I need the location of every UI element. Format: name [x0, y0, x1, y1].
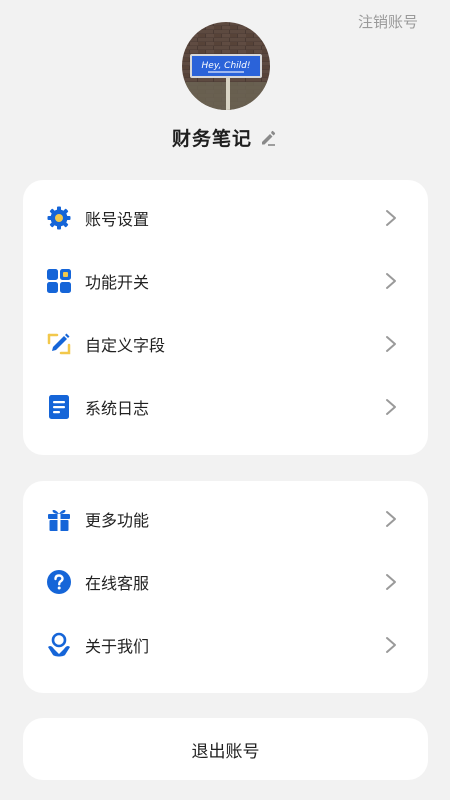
- menu-item-account-settings[interactable]: 账号设置: [23, 186, 428, 249]
- chevron-right-icon: [384, 271, 398, 291]
- document-icon: [45, 393, 73, 421]
- avatar-sign-text: Hey, Child!: [202, 61, 251, 71]
- menu-item-label: 功能开关: [85, 272, 150, 292]
- menu-item-system-log[interactable]: 系统日志: [23, 375, 428, 438]
- question-icon: [45, 568, 73, 596]
- menu-item-online-support[interactable]: 在线客服: [23, 550, 428, 613]
- menu-item-about-us[interactable]: 关于我们: [23, 613, 428, 676]
- logout-label: 退出账号: [191, 741, 260, 762]
- gear-icon: [45, 204, 73, 232]
- menu-item-label: 系统日志: [85, 398, 150, 418]
- menu-item-label: 更多功能: [85, 510, 150, 530]
- about-card: 更多功能 在线客服 关于我们: [23, 481, 428, 693]
- chevron-right-icon: [384, 397, 398, 417]
- gift-icon: [45, 505, 73, 533]
- edit-pencil-icon[interactable]: [258, 128, 278, 148]
- chevron-right-icon: [384, 334, 398, 354]
- menu-item-label: 在线客服: [85, 573, 150, 593]
- avatar[interactable]: Hey, Child!: [182, 22, 270, 110]
- pencil-icon: [45, 330, 73, 358]
- logout-button[interactable]: 退出账号: [23, 718, 428, 780]
- chevron-right-icon: [384, 208, 398, 228]
- chevron-right-icon: [384, 635, 398, 655]
- menu-item-label: 自定义字段: [85, 335, 166, 355]
- menu-item-label: 账号设置: [85, 209, 150, 229]
- people-icon: [45, 631, 73, 659]
- menu-item-custom-fields[interactable]: 自定义字段: [23, 312, 428, 375]
- grid-icon: [45, 267, 73, 295]
- chevron-right-icon: [384, 572, 398, 592]
- chevron-right-icon: [384, 509, 398, 529]
- menu-item-more-features[interactable]: 更多功能: [23, 487, 428, 550]
- settings-card: 账号设置 功能开关 自定义字段 系统日志: [23, 180, 428, 455]
- menu-item-feature-switches[interactable]: 功能开关: [23, 249, 428, 312]
- menu-item-label: 关于我们: [85, 636, 150, 656]
- deregister-link[interactable]: 注销账号: [358, 11, 418, 32]
- profile-name: 财务笔记: [171, 128, 252, 150]
